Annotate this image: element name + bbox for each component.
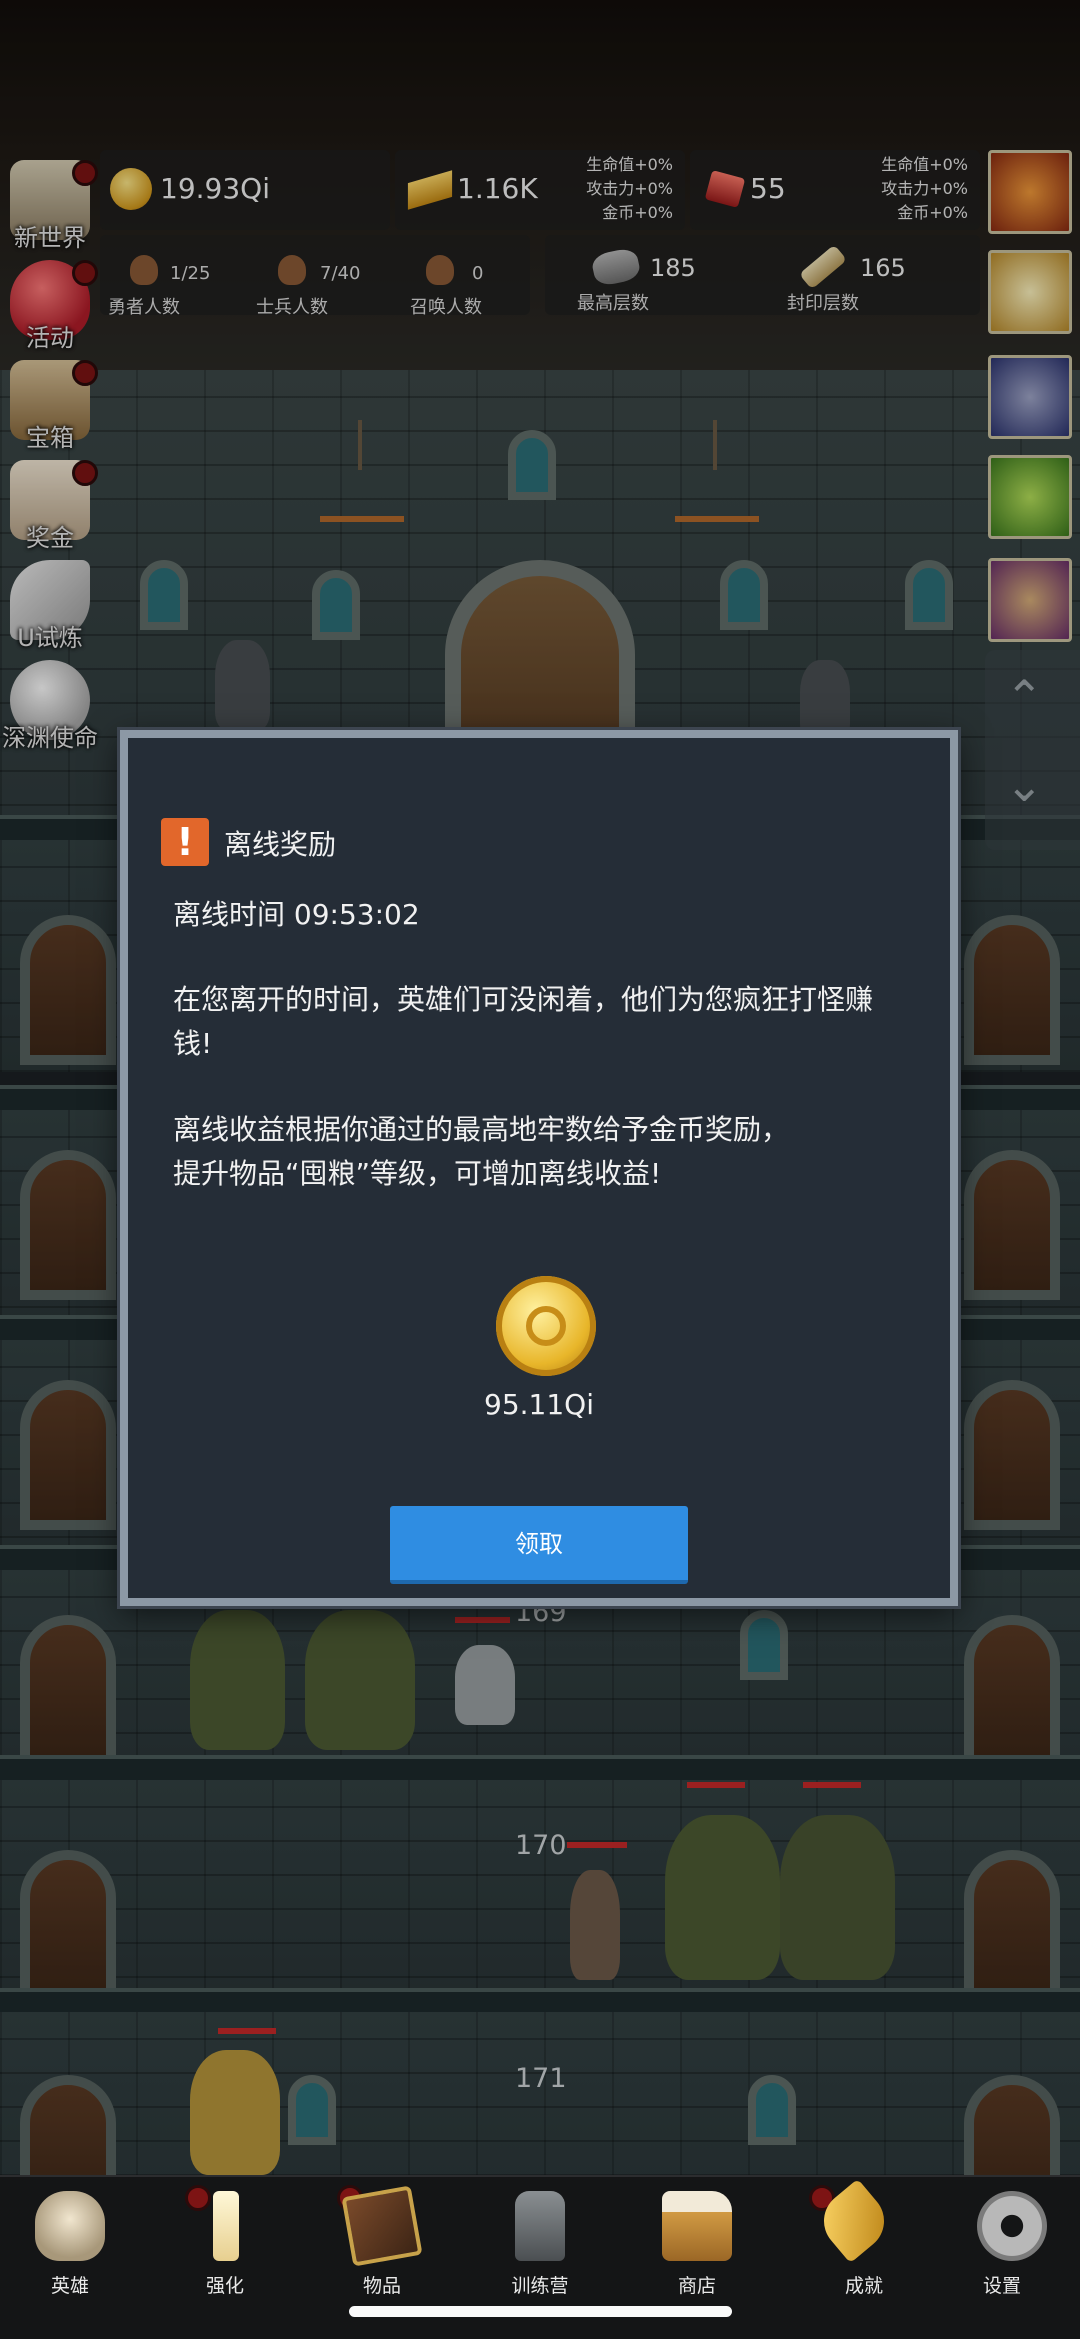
tab-label: 成就 — [844, 2275, 883, 2297]
offline-reward-dialog: ! 离线奖励 离线时间 09:53:02 在您离开的时间，英雄们可没闲着，他们为… — [120, 730, 958, 1606]
mug-icon — [662, 2191, 732, 2261]
dialog-message-2: 离线收益根据你通过的最高地牢数给予金币奖励， 提升物品“囤粮”等级，可增加离线收… — [173, 1108, 913, 1196]
dialog-title: 离线奖励 — [224, 828, 337, 861]
tab-label: 物品 — [362, 2275, 401, 2297]
message-line: 在您离开的时间，英雄们可没闲着，他们为您疯狂打怪赚 — [173, 983, 874, 1016]
message-line: 提升物品“囤粮”等级，可增加离线收益! — [173, 1157, 662, 1190]
offline-time: 离线时间 09:53:02 — [173, 898, 420, 931]
book-icon — [341, 2185, 423, 2267]
claim-button[interactable]: 领取 — [390, 1506, 688, 1584]
warning-icon: ! — [161, 818, 209, 866]
tab-upgrade[interactable]: 强化 — [155, 2177, 295, 2297]
tab-label: 设置 — [982, 2275, 1021, 2297]
tab-settings[interactable]: 设置 — [942, 2177, 1080, 2297]
home-indicator[interactable] — [349, 2306, 732, 2317]
tab-shop[interactable]: 商店 — [627, 2177, 767, 2297]
skull-icon — [35, 2191, 105, 2261]
tab-label: 商店 — [677, 2275, 716, 2297]
tab-items[interactable]: 物品 — [312, 2177, 452, 2297]
message-line: 离线收益根据你通过的最高地牢数给予金币奖励， — [173, 1113, 790, 1146]
gear-icon — [977, 2191, 1047, 2261]
dialog-message-1: 在您离开的时间，英雄们可没闲着，他们为您疯狂打怪赚 钱! — [173, 978, 913, 1066]
tab-label: 训练营 — [511, 2275, 569, 2297]
reward-coin-icon — [496, 1276, 596, 1376]
notification-dot — [185, 2185, 211, 2211]
tab-training[interactable]: 训练营 — [470, 2177, 610, 2297]
message-line: 钱! — [173, 1027, 213, 1060]
tab-label: 强化 — [205, 2275, 244, 2297]
candle-icon — [213, 2191, 239, 2261]
tab-label: 英雄 — [50, 2275, 89, 2297]
reward-amount: 95.11Qi — [484, 1388, 594, 1421]
tab-heroes[interactable]: 英雄 — [0, 2177, 140, 2297]
tab-achievements[interactable]: 成就 — [764, 2177, 904, 2297]
lantern-icon — [515, 2191, 565, 2261]
